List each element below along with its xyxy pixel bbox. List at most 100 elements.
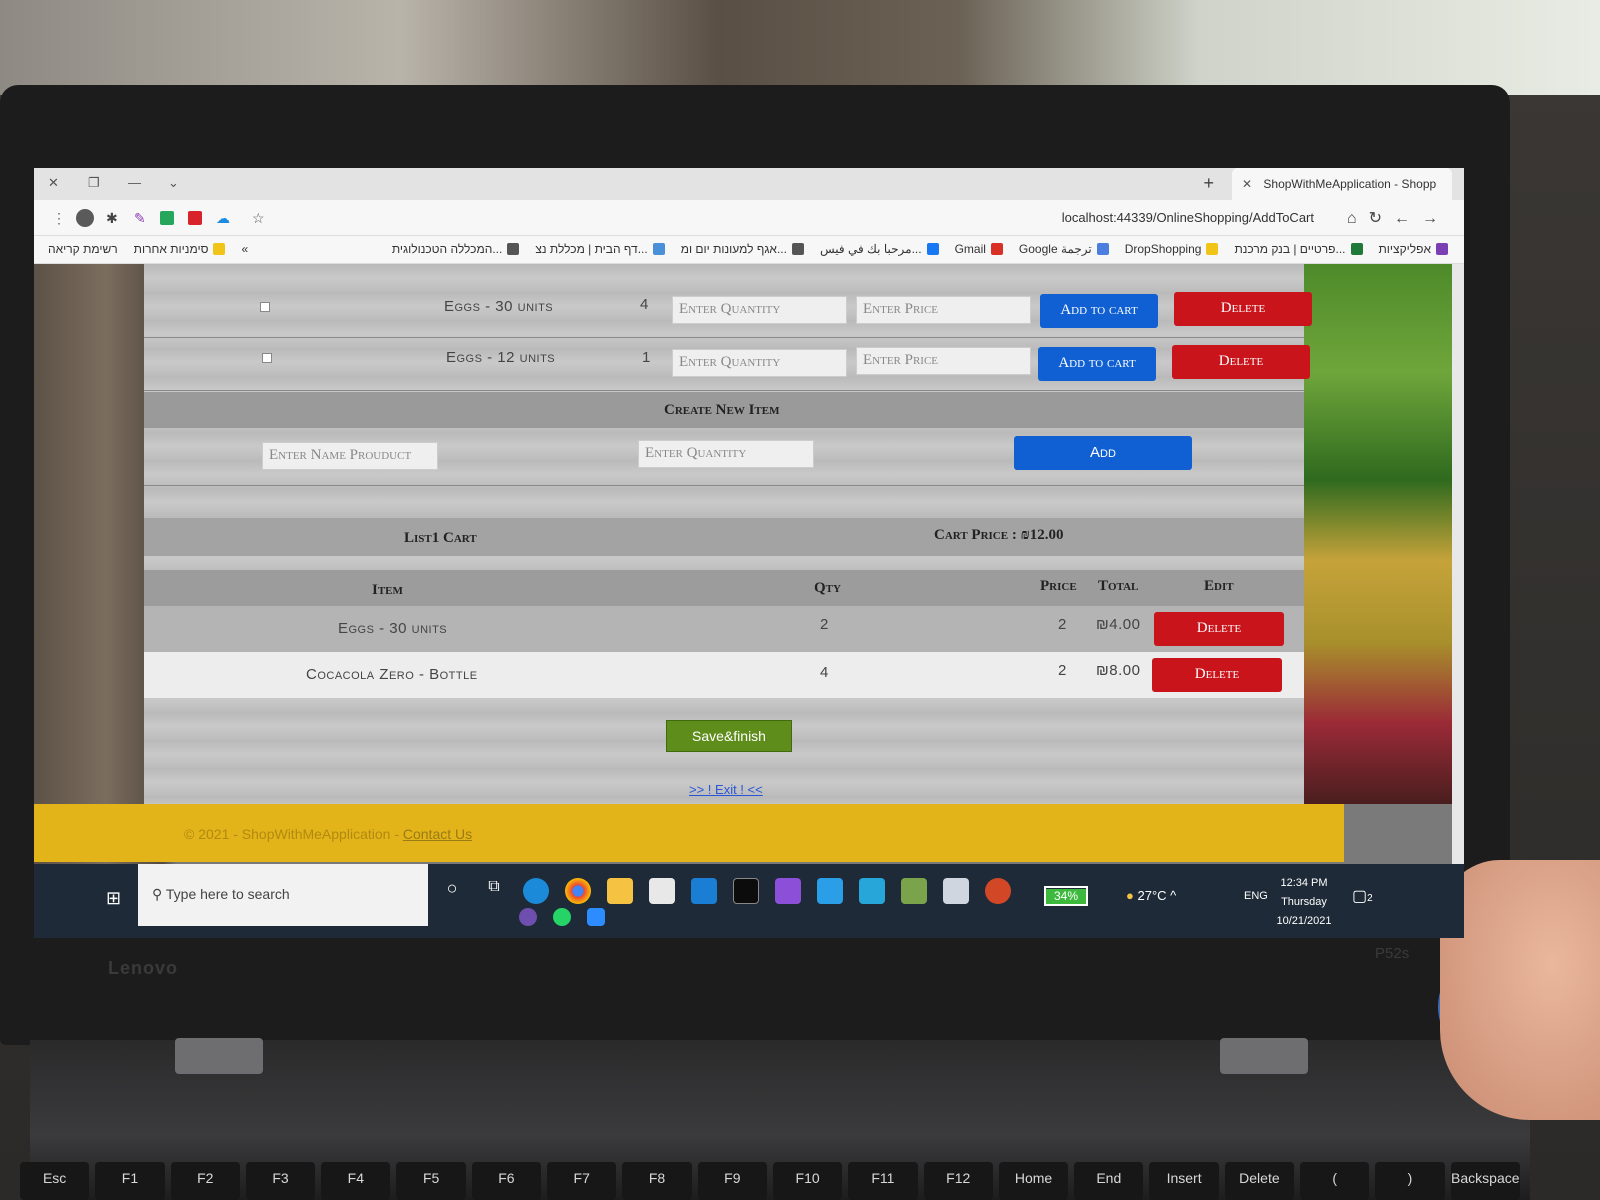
taskbar-apps-row2 (519, 908, 605, 926)
item-qty: 1 (642, 349, 651, 366)
zoom-icon[interactable] (587, 908, 605, 926)
language-indicator[interactable]: ENG (1244, 890, 1268, 902)
keyboard-key: F1 (95, 1162, 165, 1200)
keyboard-row: Esc F1 F2 F3 F4 F5 F6 F7 F8 F9 F10 F11 F12 Home End Ins… (20, 1162, 1520, 1200)
clock[interactable]: 12:34 PM Thursday 10/21/2021 (1274, 874, 1334, 931)
back-icon[interactable]: ← (1394, 210, 1422, 227)
item-checkbox[interactable] (262, 353, 272, 363)
address-bar[interactable]: localhost:44339/OnlineShopping/AddToCart (1062, 210, 1314, 225)
price-input[interactable]: Enter Price (856, 296, 1031, 324)
close-tab-icon[interactable]: ✕ (1242, 177, 1252, 191)
powerpoint-icon[interactable] (985, 878, 1011, 904)
bookmark-item[interactable]: Google ترجمة (1019, 242, 1109, 256)
keyboard-key: Delete (1224, 1162, 1295, 1200)
menu-icon[interactable]: ⋮ (52, 210, 66, 227)
cloud-extension-icon[interactable]: ☁ (216, 210, 230, 227)
item-checkbox[interactable] (260, 302, 270, 312)
cart-row: Cocacola Zero - Bottle 4 2 ₪8.00 Delete (144, 652, 1304, 698)
terminal-icon[interactable] (733, 878, 759, 904)
bookmark-item[interactable]: مرحبا بك في فيس... (820, 242, 939, 256)
task-view-icon[interactable]: ⧉ (481, 878, 507, 904)
forward-icon[interactable]: → (1422, 210, 1450, 227)
col-price: Price (1040, 578, 1077, 594)
reload-icon[interactable]: ↻ (1369, 210, 1394, 227)
extensions-icon[interactable]: ✱ (106, 210, 118, 227)
copyright-text: © 2021 - ShopWithMeApplication - (184, 826, 399, 842)
delete-button[interactable]: Delete (1174, 292, 1312, 326)
bookmark-item[interactable]: המכללה הטכנולוגית... (392, 242, 520, 256)
bookmark-item[interactable]: דף הבית | מכללת נצ... (535, 242, 665, 256)
battery-indicator[interactable]: 34% (1044, 886, 1088, 906)
cart-item-qty: 2 (820, 616, 829, 633)
home-icon[interactable]: ⌂ (1347, 210, 1369, 227)
pen-extension-icon[interactable]: ✎ (134, 210, 146, 227)
tab-search-icon[interactable]: ⌄ (168, 175, 179, 191)
taskbar-search[interactable]: ⚲ Type here to search (138, 864, 428, 926)
bookmark-item[interactable]: DropShopping (1125, 242, 1219, 256)
weather-widget[interactable]: ● 27°C ^ (1126, 888, 1176, 903)
whatsapp-icon[interactable] (553, 908, 571, 926)
bookmark-item[interactable]: אפליקציות (1379, 242, 1448, 256)
vscode-icon[interactable] (817, 878, 843, 904)
bookmark-item[interactable]: אגף למעונות יום ומ... (681, 242, 804, 256)
bookmark-icon (1096, 243, 1109, 255)
visual-studio-icon[interactable] (775, 878, 801, 904)
new-tab-button[interactable]: + (1203, 173, 1214, 194)
bookmark-label: Gmail (954, 242, 986, 256)
bookmark-star-icon[interactable]: ☆ (252, 210, 265, 227)
store-icon[interactable] (649, 878, 675, 904)
new-qty-input[interactable]: Enter Quantity (638, 440, 814, 468)
file-explorer-icon[interactable] (607, 878, 633, 904)
brand-logo: Lenovo (108, 958, 179, 978)
bookmark-reading-list[interactable]: רשימת קריאה (48, 242, 118, 256)
mail-icon[interactable] (691, 878, 717, 904)
cart-delete-button[interactable]: Delete (1154, 612, 1284, 646)
edge-icon[interactable] (523, 878, 549, 904)
windows-start-icon[interactable]: ⊞ (106, 888, 121, 909)
calculator-icon[interactable] (943, 878, 969, 904)
chrome-icon[interactable] (565, 878, 591, 904)
cart-item-name: Cocacola Zero - Bottle (306, 666, 478, 683)
taskbar: ⊞ ⚲ Type here to search ○ ⧉ 34% ● 27°C ^… (34, 864, 1464, 938)
delete-button[interactable]: Delete (1172, 345, 1310, 379)
profile-icon[interactable] (76, 209, 94, 227)
clock-day: Thursday (1281, 896, 1327, 908)
add-to-cart-button[interactable]: Add to cart (1038, 347, 1156, 381)
tab-active[interactable]: ✕ ShopWithMeApplication - Shopp (1232, 168, 1452, 200)
bookmark-item[interactable]: פרטיים | בנק מרכנת... (1234, 242, 1363, 256)
cart-item-name: Eggs - 30 units (338, 620, 448, 637)
github-icon[interactable] (519, 908, 537, 926)
green-extension-icon[interactable] (160, 211, 174, 225)
azure-icon[interactable] (859, 878, 885, 904)
product-name-input[interactable]: Enter Name Prouduct (262, 442, 438, 470)
bookmark-icon (1436, 243, 1448, 255)
save-finish-button[interactable]: Save&finish (666, 720, 792, 752)
restore-window-icon[interactable]: ❐ (88, 175, 100, 191)
browser-toolbar: ⋮ ✱ ✎ ☁ ☆ localhost:44339/OnlineShopping… (34, 200, 1464, 236)
keyboard-key: F7 (547, 1162, 617, 1200)
bookmark-label: مرحبا بك في فيس... (819, 242, 922, 256)
scrollbar[interactable] (1452, 264, 1464, 864)
red-extension-icon[interactable] (188, 211, 202, 225)
footer-text: © 2021 - ShopWithMeApplication - Contact… (184, 826, 472, 842)
minimize-window-icon[interactable]: — (128, 175, 141, 190)
qty-input[interactable]: Enter Quantity (672, 349, 847, 377)
contact-link[interactable]: Contact Us (403, 826, 472, 842)
cart-delete-button[interactable]: Delete (1152, 658, 1282, 692)
exit-link[interactable]: >> ! Exit ! << (689, 782, 763, 797)
bookmark-label: דף הבית | מכללת נצ... (535, 242, 648, 256)
qty-input[interactable]: Enter Quantity (672, 296, 847, 324)
price-input[interactable]: Enter Price (856, 347, 1031, 375)
bookmark-item[interactable]: Gmail (955, 242, 1003, 256)
bookmarks-right: המכללה הטכנולוגית... דף הבית | מכללת נצ..… (392, 242, 1448, 256)
cortana-icon[interactable]: ○ (439, 878, 465, 904)
bookmark-other[interactable]: סימניות אחרות (134, 242, 226, 256)
chevron-up-icon[interactable]: ^ (1170, 888, 1176, 903)
bookmarks-overflow[interactable]: « (241, 242, 248, 256)
add-to-cart-button[interactable]: Add to cart (1040, 294, 1158, 328)
cart-item-price: 2 (1058, 616, 1067, 633)
close-window-icon[interactable]: ✕ (48, 175, 59, 191)
notification-icon[interactable]: ▢2 (1352, 886, 1373, 906)
add-item-button[interactable]: Add (1014, 436, 1192, 470)
app-icon[interactable] (901, 878, 927, 904)
